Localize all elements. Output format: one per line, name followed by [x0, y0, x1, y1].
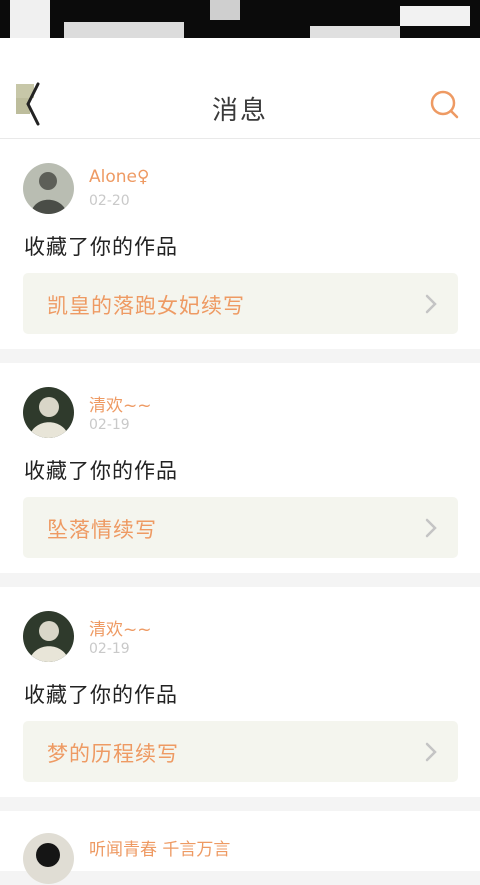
username[interactable]: 清欢~~ — [89, 615, 152, 640]
notification-action: 收藏了你的作品 — [24, 235, 178, 259]
user-avatar-icon — [23, 387, 74, 438]
notification-card: 清欢~~ 02-19 收藏了你的作品 梦的历程续写 — [0, 587, 480, 797]
notification-list: Alone♀ 02-20 收藏了你的作品 凯皇的落跑女妃续写 清欢~~ 02-1… — [0, 139, 480, 885]
chevron-right-icon — [425, 518, 437, 538]
notification-card: 清欢~~ 02-19 收藏了你的作品 坠落情续写 — [0, 363, 480, 573]
notification-date: 02-19 — [89, 417, 130, 433]
notification-action: 收藏了你的作品 — [24, 459, 178, 483]
work-link[interactable]: 坠落情续写 — [23, 497, 458, 558]
work-title: 梦的历程续写 — [47, 742, 179, 766]
user-avatar-icon — [23, 611, 74, 662]
search-icon — [430, 90, 459, 119]
work-link[interactable]: 梦的历程续写 — [23, 721, 458, 782]
notification-card: Alone♀ 02-20 收藏了你的作品 凯皇的落跑女妃续写 — [0, 139, 480, 349]
notification-card: 听闻青春 千言万言 — [0, 811, 480, 884]
app-header: 消息 — [0, 38, 480, 139]
avatar[interactable] — [23, 387, 74, 438]
user-avatar-icon — [23, 833, 74, 884]
username[interactable]: 清欢~~ — [89, 391, 152, 416]
avatar[interactable] — [23, 163, 74, 214]
username[interactable]: 听闻青春 千言万言 — [89, 835, 230, 860]
work-title: 凯皇的落跑女妃续写 — [47, 294, 245, 318]
username[interactable]: Alone♀ — [89, 167, 149, 187]
avatar[interactable] — [23, 611, 74, 662]
chevron-right-icon — [425, 294, 437, 314]
status-bar — [0, 0, 480, 38]
notification-action: 收藏了你的作品 — [24, 683, 178, 707]
notification-date: 02-20 — [89, 193, 130, 209]
user-avatar-icon — [23, 163, 74, 214]
work-link[interactable]: 凯皇的落跑女妃续写 — [23, 273, 458, 334]
chevron-right-icon — [425, 742, 437, 762]
avatar[interactable] — [23, 833, 74, 884]
page-title: 消息 — [211, 96, 268, 126]
search-button[interactable] — [428, 88, 462, 122]
work-title: 坠落情续写 — [47, 518, 157, 542]
notification-date: 02-19 — [89, 641, 130, 657]
